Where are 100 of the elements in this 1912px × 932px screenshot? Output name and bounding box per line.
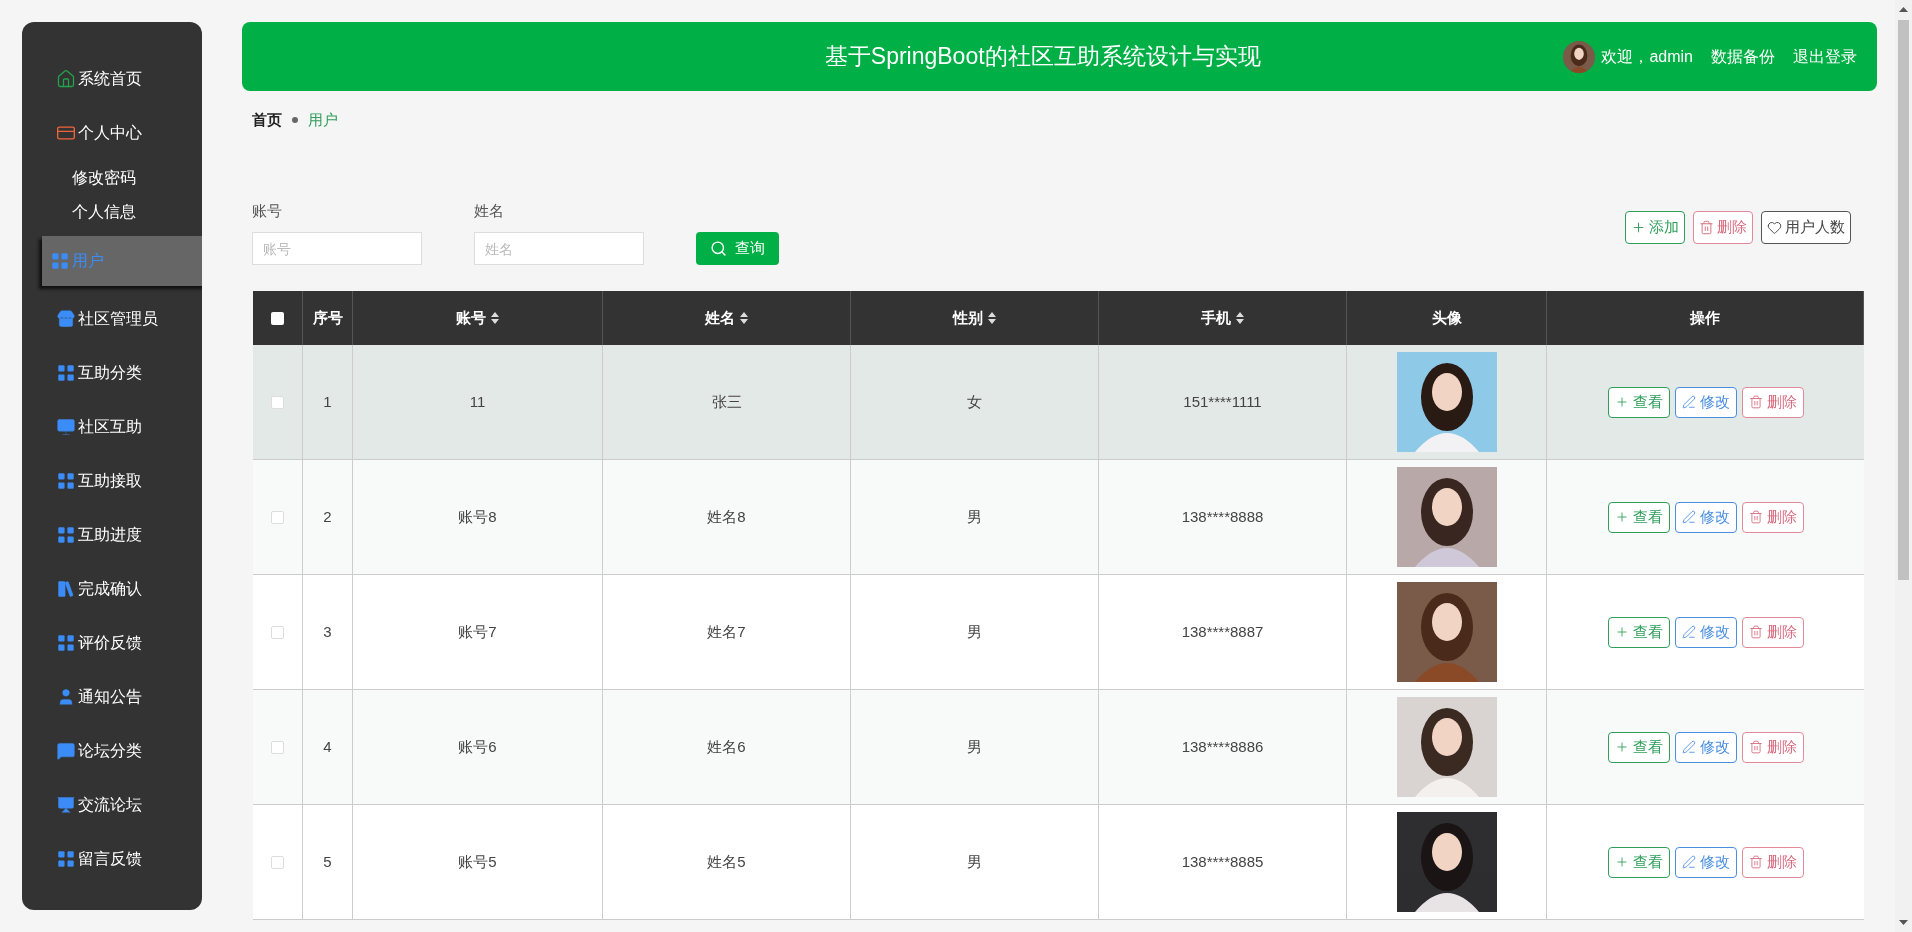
grid-icon	[56, 632, 76, 653]
add-button[interactable]: 添加	[1625, 210, 1685, 244]
sidebar-item[interactable]: 社区互助	[22, 401, 202, 452]
sidebar-item[interactable]: 社区管理员	[22, 293, 202, 344]
column-title: 序号	[312, 307, 343, 328]
plus-icon	[1614, 395, 1629, 409]
row-checkbox[interactable]	[271, 855, 284, 869]
account-cell-text: 账号6	[458, 736, 497, 757]
sidebar-item[interactable]: 互助接取	[22, 455, 202, 506]
delete-button[interactable]: 删除	[1741, 501, 1804, 533]
sidebar-item[interactable]: 完成确认	[22, 563, 202, 614]
sort-icon[interactable]	[1236, 312, 1244, 324]
breadcrumb-item[interactable]: 首页	[252, 109, 282, 132]
sidebar-subitem[interactable]: 个人信息	[22, 195, 202, 229]
sort-icon[interactable]	[491, 312, 499, 324]
phone-cell-text: 138****8885	[1181, 851, 1264, 872]
easel-icon	[56, 794, 76, 815]
pencil-icon	[1681, 625, 1696, 639]
pencil-icon	[1681, 395, 1696, 409]
sidebar-item[interactable]: 互助分类	[22, 347, 202, 398]
monitor-icon	[56, 416, 76, 437]
trash-icon	[1748, 740, 1763, 754]
search-field[interactable]: 姓名	[474, 232, 644, 265]
sidebar-item[interactable]: 互助进度	[22, 509, 202, 560]
row-checkbox[interactable]	[271, 625, 284, 639]
sort-icon[interactable]	[988, 312, 996, 324]
view-button[interactable]: 查看	[1607, 501, 1670, 533]
field-label: 账号	[252, 200, 283, 221]
edit-button[interactable]: 修改	[1674, 386, 1737, 418]
books-icon	[56, 578, 76, 599]
index-cell-text: 5	[323, 851, 332, 872]
view-button[interactable]: 查看	[1607, 616, 1670, 648]
column-title: 性别	[953, 307, 983, 328]
sidebar-item[interactable]: 评价反馈	[22, 617, 202, 668]
column-title: 操作	[1690, 307, 1720, 328]
view-button[interactable]: 查看	[1607, 731, 1670, 763]
column-title: 手机	[1201, 307, 1231, 328]
breadcrumb-item: 用户	[308, 110, 338, 130]
heart-icon	[1767, 219, 1782, 235]
row-checkbox[interactable]	[271, 395, 284, 409]
trash-icon	[1748, 855, 1763, 869]
view-button[interactable]: 查看	[1607, 386, 1670, 418]
gender-cell-text: 女	[967, 391, 982, 412]
sidebar-item[interactable]: 通知公告	[22, 671, 202, 722]
system-title: 基于SpringBoot的社区互助系统设计与实现	[823, 42, 1262, 72]
view-button[interactable]: 查看	[1607, 846, 1670, 878]
name-cell-text: 姓名7	[707, 621, 746, 642]
name-cell-text: 姓名5	[707, 851, 746, 872]
store-icon	[56, 308, 76, 329]
name-cell-text: 张三	[711, 391, 742, 412]
edit-button[interactable]: 修改	[1674, 501, 1737, 533]
gender-cell-text: 男	[967, 851, 982, 872]
grid-icon	[56, 362, 76, 383]
column-title: 姓名	[705, 307, 735, 328]
search-field[interactable]: 账号	[252, 232, 422, 265]
grid-icon	[50, 251, 70, 271]
delete-button[interactable]: 删除	[1741, 386, 1804, 418]
gender-cell-text: 男	[967, 506, 982, 527]
plus-icon	[1631, 219, 1646, 235]
delete-button[interactable]: 删除	[1741, 846, 1804, 878]
edit-button[interactable]: 修改	[1674, 731, 1737, 763]
sidebar-item[interactable]: 论坛分类	[22, 725, 202, 776]
sidebar-item[interactable]: 交流论坛	[22, 779, 202, 830]
grid-icon	[56, 524, 76, 545]
column-title: 头像	[1431, 307, 1462, 328]
pencil-icon	[1681, 510, 1696, 524]
edit-button[interactable]: 修改	[1674, 846, 1737, 878]
sidebar-item[interactable]: 留言反馈	[22, 833, 202, 884]
name-cell-text: 姓名8	[707, 506, 746, 527]
account-cell-text: 账号8	[458, 506, 497, 527]
edit-button[interactable]: 修改	[1674, 616, 1737, 648]
grid-icon	[56, 470, 76, 491]
sort-icon[interactable]	[740, 312, 748, 324]
trash-icon	[1748, 395, 1763, 409]
index-cell-text: 2	[323, 506, 332, 527]
trash-icon	[1748, 625, 1763, 639]
index-cell-text: 4	[323, 736, 332, 757]
row-checkbox[interactable]	[271, 510, 284, 524]
user-count-button[interactable]: 用户人数	[1761, 210, 1851, 244]
sidebar-item[interactable]: 个人中心	[22, 107, 202, 158]
pencil-icon	[1681, 740, 1696, 754]
account-cell-text: 账号5	[458, 851, 497, 872]
delete-button[interactable]: 删除	[1741, 616, 1804, 648]
sidebar-item[interactable]: 系统首页	[22, 53, 202, 104]
pencil-icon	[1681, 855, 1696, 869]
plus-icon	[1614, 625, 1629, 639]
sidebar-subitem[interactable]: 修改密码	[22, 161, 202, 195]
delete-button[interactable]: 删除	[1741, 731, 1804, 763]
chat-icon	[56, 740, 76, 761]
index-cell-text: 3	[323, 621, 332, 642]
account-cell-text: 11	[469, 391, 486, 412]
trash-icon	[1699, 219, 1714, 235]
search-icon	[710, 240, 727, 257]
gender-cell-text: 男	[967, 736, 982, 757]
select-all-checkbox[interactable]	[271, 311, 284, 325]
name-cell-text: 姓名6	[707, 736, 746, 757]
delete-button[interactable]: 删除	[1693, 210, 1753, 244]
row-checkbox[interactable]	[271, 740, 284, 754]
phone-cell-text: 138****8888	[1181, 506, 1264, 527]
welcome-text: 欢迎，admin	[1601, 46, 1693, 67]
